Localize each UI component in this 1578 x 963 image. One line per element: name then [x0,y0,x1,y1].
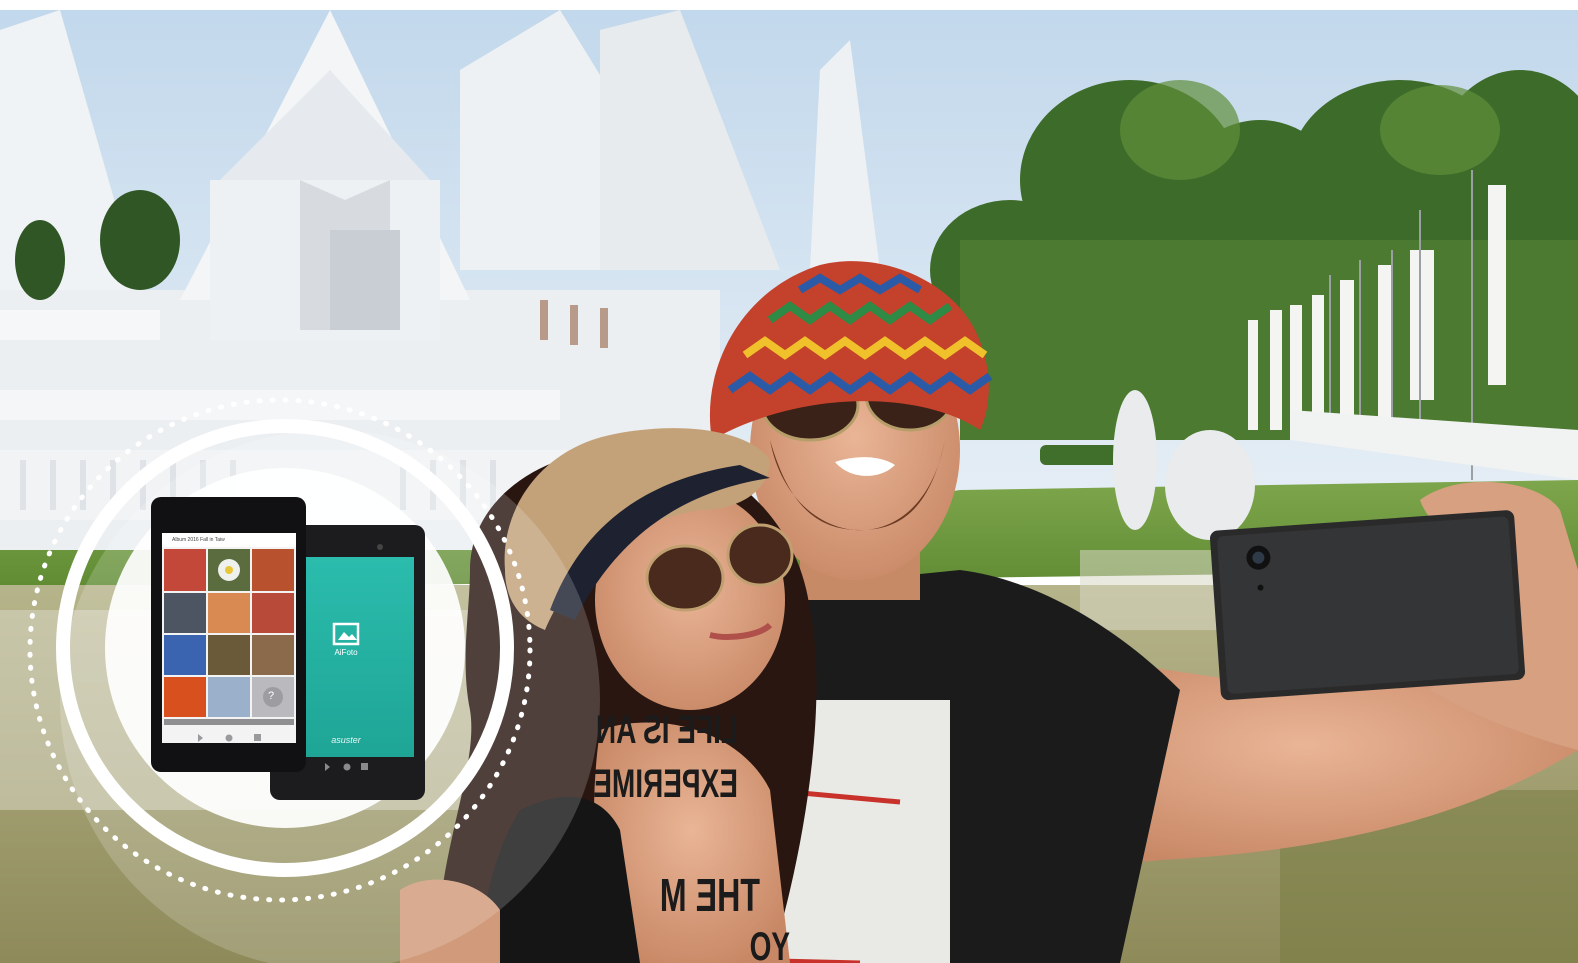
shirt-text-2: EXPERIME [593,762,738,806]
shirt-text-4: YO [749,925,790,963]
brand-label: asuster [331,735,361,745]
app-name-label: AiFoto [334,648,358,657]
app-callout [27,397,600,963]
photo-scene: Album 2016 Fall in Taiw AiFoto asuster ?… [0,0,1578,963]
shirt-text-1: LIFE IS AN [595,708,738,752]
help-glyph: ? [268,690,275,702]
shirt-text-3: THE M [659,869,760,921]
tablet-front-header: Album 2016 Fall in Taiw [172,537,225,543]
